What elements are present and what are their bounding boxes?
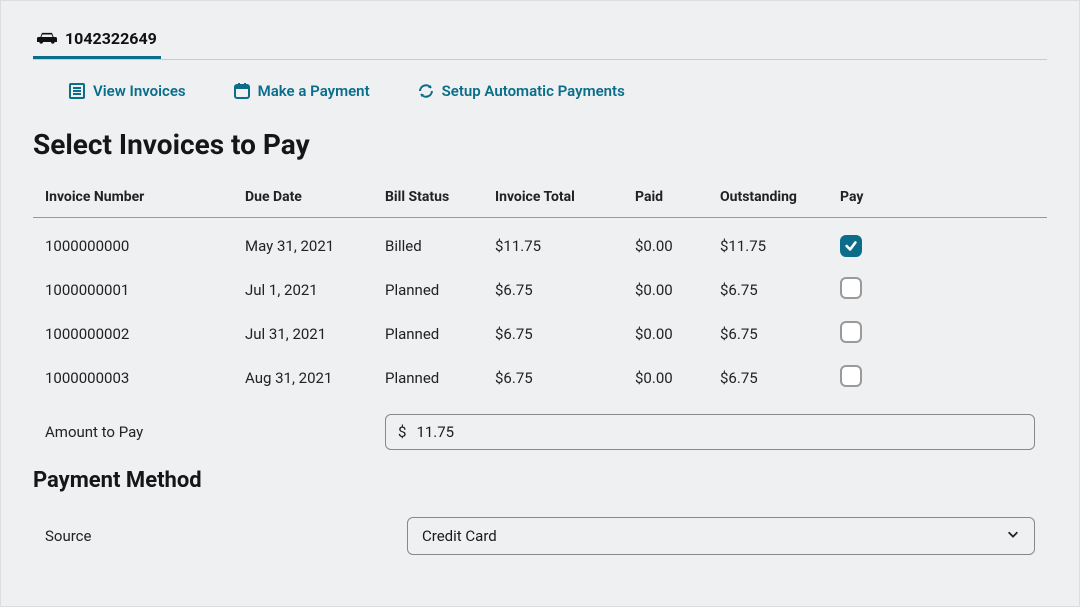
action-label: Setup Automatic Payments bbox=[442, 82, 625, 100]
payment-method-title: Payment Method bbox=[33, 468, 1047, 493]
cell-outstanding: $6.75 bbox=[720, 369, 840, 387]
cell-pay bbox=[840, 277, 920, 303]
currency-symbol: $ bbox=[398, 423, 406, 441]
cell-paid: $0.00 bbox=[635, 325, 720, 343]
cell-due-date: May 31, 2021 bbox=[245, 237, 385, 255]
pay-checkbox[interactable] bbox=[840, 321, 862, 343]
pay-checkbox[interactable] bbox=[840, 365, 862, 387]
source-select[interactable]: Credit Card bbox=[407, 517, 1035, 555]
car-icon bbox=[37, 31, 57, 47]
col-outstanding: Outstanding bbox=[720, 189, 840, 205]
cell-pay bbox=[840, 235, 920, 257]
table-row: 1000000001Jul 1, 2021Planned$6.75$0.00$6… bbox=[33, 268, 1047, 312]
cell-due-date: Jul 31, 2021 bbox=[245, 325, 385, 343]
source-label: Source bbox=[45, 527, 407, 545]
calendar-icon bbox=[234, 83, 250, 99]
chevron-down-icon bbox=[1006, 527, 1020, 545]
list-icon bbox=[69, 83, 85, 99]
cell-pay bbox=[840, 365, 920, 391]
cell-invoice-total: $11.75 bbox=[495, 237, 635, 255]
cell-invoice-number: 1000000001 bbox=[45, 281, 245, 299]
setup-auto-link[interactable]: Setup Automatic Payments bbox=[418, 82, 625, 100]
tab-policy[interactable]: 1042322649 bbox=[33, 23, 161, 59]
cell-invoice-number: 1000000002 bbox=[45, 325, 245, 343]
amount-label: Amount to Pay bbox=[45, 423, 385, 441]
cell-outstanding: $11.75 bbox=[720, 237, 840, 255]
cell-outstanding: $6.75 bbox=[720, 325, 840, 343]
col-bill-status: Bill Status bbox=[385, 189, 495, 205]
source-selected: Credit Card bbox=[422, 527, 497, 545]
amount-input[interactable]: $ 11.75 bbox=[385, 414, 1035, 450]
cell-invoice-total: $6.75 bbox=[495, 281, 635, 299]
amount-value: 11.75 bbox=[416, 423, 454, 441]
amount-to-pay-row: Amount to Pay $ 11.75 bbox=[33, 406, 1047, 450]
col-invoice-number: Invoice Number bbox=[45, 189, 245, 205]
cell-paid: $0.00 bbox=[635, 281, 720, 299]
table-header-row: Invoice Number Due Date Bill Status Invo… bbox=[33, 189, 1047, 218]
source-row: Source Credit Card bbox=[33, 517, 1047, 555]
table-row: 1000000002Jul 31, 2021Planned$6.75$0.00$… bbox=[33, 312, 1047, 356]
page-title: Select Invoices to Pay bbox=[33, 128, 1047, 161]
cell-bill-status: Planned bbox=[385, 325, 495, 343]
cell-invoice-number: 1000000003 bbox=[45, 369, 245, 387]
make-payment-link[interactable]: Make a Payment bbox=[234, 82, 370, 100]
col-pay: Pay bbox=[840, 189, 920, 205]
cell-paid: $0.00 bbox=[635, 237, 720, 255]
cell-outstanding: $6.75 bbox=[720, 281, 840, 299]
cell-invoice-total: $6.75 bbox=[495, 369, 635, 387]
action-label: Make a Payment bbox=[258, 82, 370, 100]
pay-checkbox[interactable] bbox=[840, 277, 862, 299]
cell-bill-status: Planned bbox=[385, 369, 495, 387]
table-row: 1000000003Aug 31, 2021Planned$6.75$0.00$… bbox=[33, 356, 1047, 400]
cell-bill-status: Billed bbox=[385, 237, 495, 255]
view-invoices-link[interactable]: View Invoices bbox=[69, 82, 186, 100]
refresh-icon bbox=[418, 83, 434, 99]
cell-invoice-number: 1000000000 bbox=[45, 237, 245, 255]
action-label: View Invoices bbox=[93, 82, 186, 100]
table-row: 1000000000May 31, 2021Billed$11.75$0.00$… bbox=[33, 224, 1047, 268]
col-paid: Paid bbox=[635, 189, 720, 205]
cell-bill-status: Planned bbox=[385, 281, 495, 299]
cell-paid: $0.00 bbox=[635, 369, 720, 387]
tab-label: 1042322649 bbox=[65, 29, 157, 48]
cell-due-date: Jul 1, 2021 bbox=[245, 281, 385, 299]
tab-bar: 1042322649 bbox=[33, 23, 1047, 60]
cell-invoice-total: $6.75 bbox=[495, 325, 635, 343]
invoice-table: Invoice Number Due Date Bill Status Invo… bbox=[33, 189, 1047, 400]
cell-pay bbox=[840, 321, 920, 347]
col-due-date: Due Date bbox=[245, 189, 385, 205]
cell-due-date: Aug 31, 2021 bbox=[245, 369, 385, 387]
col-invoice-total: Invoice Total bbox=[495, 189, 635, 205]
pay-checkbox[interactable] bbox=[840, 235, 862, 257]
action-bar: View Invoices Make a Payment Setup Autom… bbox=[33, 82, 1047, 100]
